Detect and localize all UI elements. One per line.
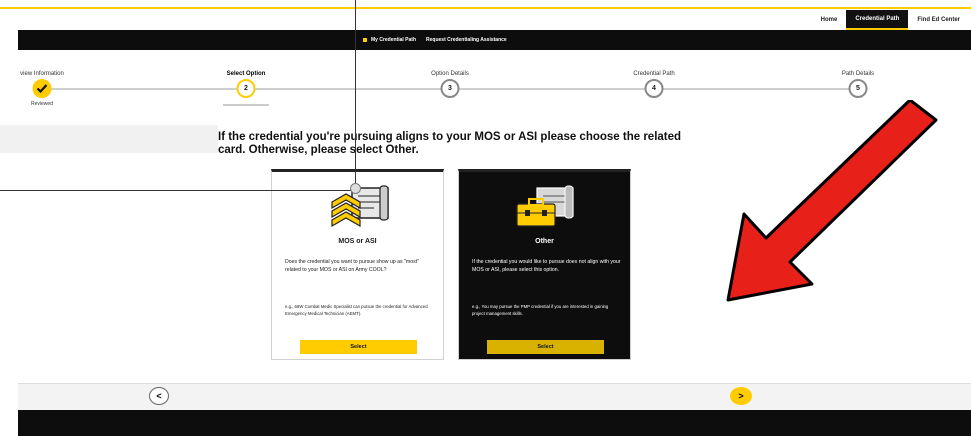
mos-asi-card-description: Does the credential you want to pursue s… (285, 259, 420, 273)
footer-bar (18, 410, 971, 436)
subnav-request-assistance[interactable]: Request Credentialing Assistance (426, 37, 507, 43)
nav-credential-path[interactable]: Credential Path (846, 10, 909, 30)
step-5-circle[interactable]: 5 (848, 79, 868, 98)
top-accent-rule (0, 7, 971, 9)
briefcase-certificate-icon (509, 184, 581, 235)
left-side-panel (0, 125, 218, 153)
step-4-circle[interactable]: 4 (644, 79, 664, 98)
current-step-underline (223, 104, 269, 106)
step-1-status: Reviewed (31, 101, 53, 107)
other-card-example: e.g., You may pursue the PMP credential … (472, 304, 609, 316)
mos-asi-card-example: e.g., 68W Combat Medic Specialist can pu… (285, 304, 428, 316)
next-button[interactable]: > (730, 387, 752, 405)
checkmark-icon (36, 84, 48, 93)
step-2-circle[interactable]: 2 (236, 79, 256, 98)
step-3-circle[interactable]: 3 (440, 79, 460, 98)
active-dot-icon (363, 38, 367, 42)
other-card[interactable]: Other If the credential you would like t… (458, 169, 631, 360)
other-card-description: If the credential you would like to purs… (472, 259, 621, 273)
mos-asi-select-button[interactable]: Select (300, 340, 417, 354)
sub-nav-bar: My Credential Path Request Credentialing… (18, 30, 971, 50)
step-5-label: Path Details (841, 71, 875, 77)
top-nav: Home Credential Path Find Ed Center (812, 10, 969, 30)
subnav-my-credential-path[interactable]: My Credential Path (363, 37, 416, 43)
nav-home[interactable]: Home (812, 10, 847, 30)
page-heading: If the credential you're pursuing aligns… (218, 131, 682, 156)
mos-asi-card[interactable]: MOS or ASI Does the credential you want … (271, 169, 444, 360)
step-4-label: Credential Path (633, 71, 675, 77)
mos-asi-card-title: MOS or ASI (338, 238, 377, 245)
step-1-circle[interactable] (32, 79, 52, 98)
step-1-label: view Information (20, 71, 64, 77)
other-card-title: Other (535, 238, 554, 245)
nav-find-ed-center[interactable]: Find Ed Center (908, 10, 969, 30)
other-select-button[interactable]: Select (487, 340, 604, 354)
annotation-pointer-knob (350, 183, 361, 194)
step-3-label: Option Details (431, 71, 469, 77)
annotation-pointer-line (355, 0, 356, 183)
previous-button[interactable]: < (149, 387, 169, 405)
step-2-label: Select Option (226, 71, 266, 77)
annotation-pointer-line (0, 190, 355, 191)
red-arrow-icon (726, 100, 938, 302)
